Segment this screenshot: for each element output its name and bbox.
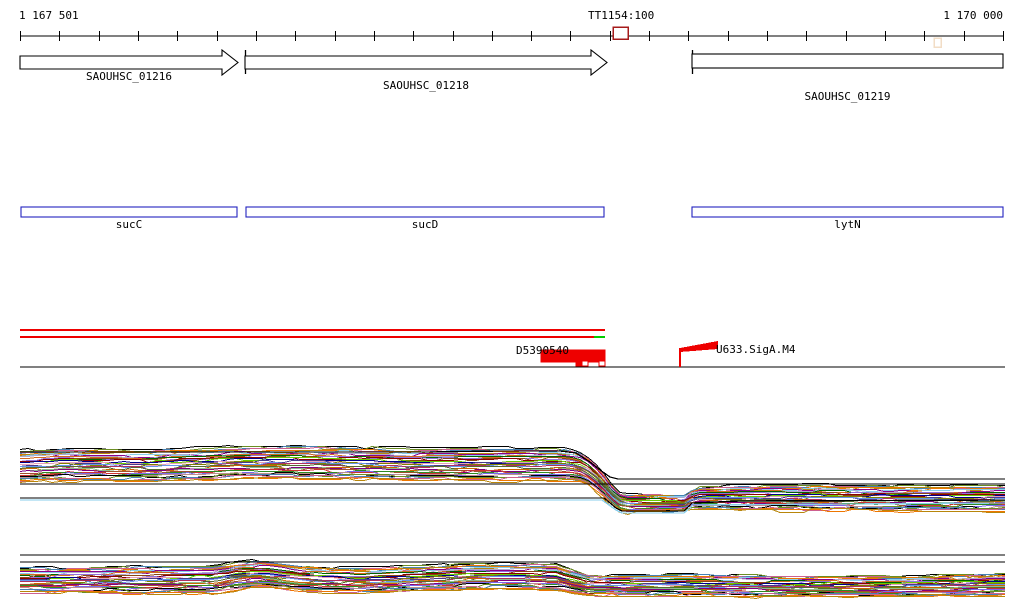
position-marker-box[interactable] xyxy=(612,26,629,40)
gene-label: SAOUHSC_01218 xyxy=(382,79,470,92)
gene-box[interactable] xyxy=(691,53,1004,69)
coordinate-start-label: 1 167 501 xyxy=(19,9,79,22)
feature-block-label[interactable]: D5390540 xyxy=(516,345,569,356)
gene-name-label: lytN xyxy=(834,218,861,231)
gene-label: SAOUHSC_01219 xyxy=(804,90,891,103)
gene-name-label: sucD xyxy=(411,218,439,231)
feature-small-mark[interactable] xyxy=(575,360,582,367)
feature-small-mark[interactable] xyxy=(581,360,589,367)
gene-name-label: sucC xyxy=(115,218,143,231)
gene-track-names xyxy=(20,206,1004,218)
feature-small-mark[interactable] xyxy=(598,360,606,367)
gene-arrow[interactable] xyxy=(244,48,608,77)
gene-name-box[interactable] xyxy=(20,206,238,218)
genome-browser-view: 1 167 501 1 170 000 TT1154:100 D5390540 … xyxy=(0,0,1024,611)
coordinate-end-label: 1 170 000 xyxy=(943,9,1003,22)
feature-flag-label[interactable]: U633.SigA.M4 xyxy=(716,344,795,355)
ruler xyxy=(19,26,1005,48)
upper-coverage-plot xyxy=(19,444,1006,516)
gene-name-box[interactable] xyxy=(245,206,605,218)
marker-label[interactable]: TT1154:100 xyxy=(588,10,654,21)
gene-name-box[interactable] xyxy=(691,206,1004,218)
feature-flag[interactable] xyxy=(680,341,718,352)
lower-coverage-plot xyxy=(20,554,1005,600)
gene-label: SAOUHSC_01216 xyxy=(85,70,173,83)
faint-feature-box xyxy=(933,37,942,48)
feature-track xyxy=(20,329,1005,368)
